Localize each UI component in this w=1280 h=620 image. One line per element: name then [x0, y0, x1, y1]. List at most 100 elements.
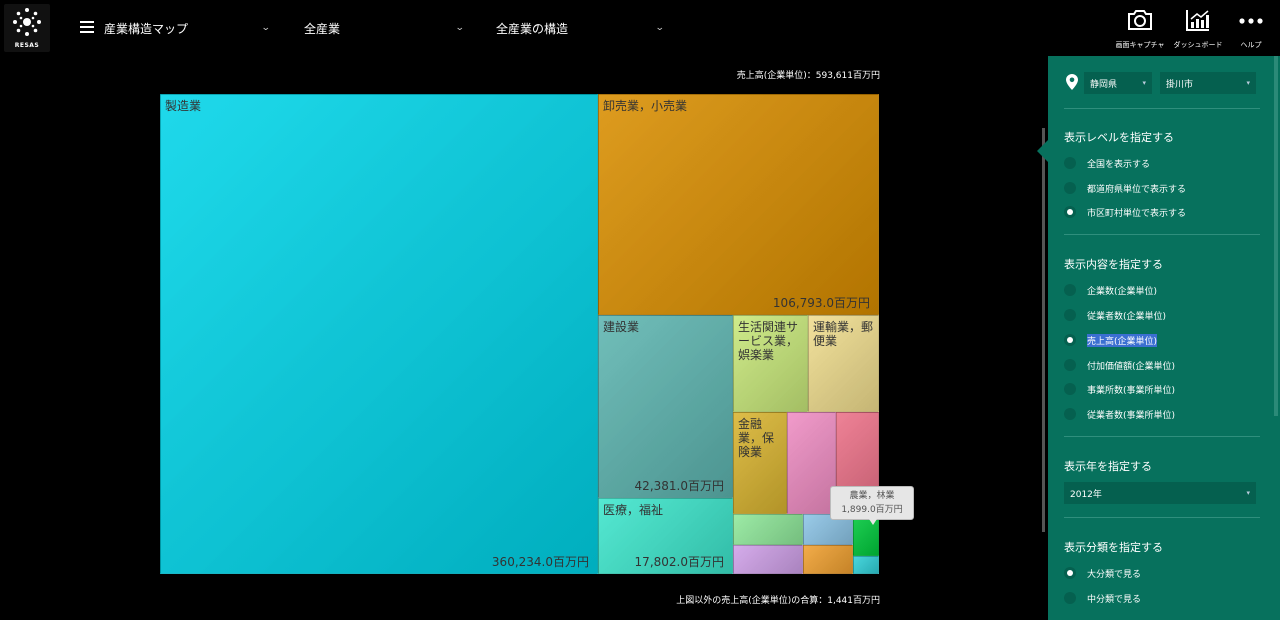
treemap-cell-transport-postal[interactable]: 運輸業，郵便業	[808, 315, 879, 412]
cell-name: 金融業，保険業	[738, 417, 775, 459]
radio-dot	[1064, 567, 1076, 579]
content-option-establishments[interactable]: 事業所数(事業所単位)	[1064, 381, 1175, 397]
treemap-cell-finance-insurance[interactable]: 金融業，保険業	[733, 412, 787, 514]
panel-toggle-tab[interactable]	[1037, 140, 1048, 162]
year-value: 2012年	[1070, 489, 1102, 500]
cell-value: 42,381.0百万円	[634, 479, 724, 493]
cell-name: 生活関連サービス業，娯楽業	[738, 320, 799, 362]
menu-icon[interactable]	[80, 21, 94, 33]
cell-name: 卸売業，小売業	[603, 99, 688, 113]
prefecture-select[interactable]: 静岡県 ▾	[1084, 72, 1152, 94]
map-type-label: 産業構造マップ	[104, 21, 189, 36]
radio-dot	[1064, 359, 1076, 371]
main-scrollbar[interactable]	[1042, 128, 1045, 532]
content-option-employees[interactable]: 従業者数(企業単位)	[1064, 307, 1166, 323]
treemap-cell-orange[interactable]	[803, 545, 853, 574]
radio-label: 付加価値額(企業単位)	[1087, 361, 1176, 372]
radio-dot	[1064, 383, 1076, 395]
logo-text: RESAS	[14, 42, 40, 49]
content-option-value-added[interactable]: 付加価値額(企業単位)	[1064, 357, 1175, 373]
tooltip-value: 1,899.0百万円	[841, 505, 903, 515]
treemap-cell-pink[interactable]	[787, 412, 836, 514]
radio-label: 従業者数(事業所単位)	[1087, 410, 1176, 421]
chevron-down-icon: ⌄	[261, 23, 272, 33]
treemap-cell-wholesale-retail[interactable]: 卸売業，小売業 106,793.0百万円	[598, 94, 879, 315]
level-option-prefecture[interactable]: 都道府県単位で表示する	[1064, 180, 1186, 196]
chevron-down-icon: ▾	[1246, 79, 1250, 87]
treemap-cell-manufacturing[interactable]: 製造業 360,234.0百万円	[160, 94, 598, 574]
divider	[1064, 234, 1260, 235]
cell-value: 360,234.0百万円	[491, 555, 589, 569]
treemap-cell-lifestyle-services[interactable]: 生活関連サービス業，娯楽業	[733, 315, 808, 412]
treemap-cell-teal[interactable]	[853, 556, 879, 574]
dashboard-label: ダッシュボード	[1173, 41, 1223, 49]
category-option-major[interactable]: 大分類で見る	[1064, 565, 1141, 581]
capture-label: 画面キャプチャ	[1115, 41, 1165, 49]
panel-scrollbar[interactable]	[1274, 56, 1278, 416]
category-option-medium[interactable]: 中分類で見る	[1064, 590, 1141, 606]
resas-logo[interactable]: RESAS	[4, 4, 50, 52]
treemap-cell-light-green[interactable]	[733, 514, 803, 545]
treemap-cell-lavender[interactable]	[733, 545, 803, 574]
chevron-down-icon: ⌄	[455, 23, 466, 33]
radio-dot	[1064, 284, 1076, 296]
year-select[interactable]: 2012年 ▾	[1064, 482, 1256, 504]
divider	[1064, 436, 1260, 437]
radio-label: 従業者数(企業単位)	[1087, 311, 1167, 322]
content-option-sales[interactable]: 売上高(企業単位)	[1064, 332, 1158, 348]
radio-label: 市区町村単位で表示する	[1087, 208, 1187, 219]
logo-icon	[13, 8, 41, 36]
radio-label: 企業数(企業単位)	[1087, 286, 1158, 297]
camera-icon	[1128, 10, 1152, 30]
dashboard-icon	[1186, 10, 1209, 31]
level-option-national[interactable]: 全国を表示する	[1064, 155, 1150, 171]
radio-label: 事業所数(事業所単位)	[1087, 385, 1176, 396]
city-select[interactable]: 掛川市 ▾	[1160, 72, 1256, 94]
radio-dot	[1064, 408, 1076, 420]
cell-value: 106,793.0百万円	[772, 296, 870, 310]
radio-label: 都道府県単位で表示する	[1087, 184, 1187, 195]
divider	[1064, 517, 1260, 518]
treemap-tooltip: 農業，林業 1,899.0百万円	[830, 486, 914, 525]
city-value: 掛川市	[1166, 79, 1194, 90]
help-button[interactable]: ヘルプ	[1230, 6, 1272, 52]
top-header: RESAS 産業構造マップ ⌄ 全産業 ⌄ 全産業の構造 ⌄ 画面キャプチャ ダ…	[0, 0, 1280, 56]
more-dots-icon	[1239, 18, 1263, 24]
display-content-title: 表示内容を指定する	[1064, 258, 1163, 271]
chevron-down-icon: ▾	[1246, 489, 1250, 497]
treemap-other-total-label: 上図以外の売上高(企業単位)の合算：1,441百万円	[676, 596, 880, 606]
content-option-companies[interactable]: 企業数(企業単位)	[1064, 282, 1157, 298]
cell-value: 17,802.0百万円	[634, 555, 724, 569]
display-level-title: 表示レベルを指定する	[1064, 131, 1174, 144]
radio-dot	[1064, 182, 1076, 194]
radio-label: 中分類で見る	[1087, 594, 1142, 605]
treemap-total-label: 売上高(企業単位)：593,611百万円	[736, 71, 880, 81]
structure-dropdown[interactable]: 全産業の構造 ⌄	[496, 18, 665, 38]
radio-dot	[1064, 334, 1076, 346]
map-type-dropdown[interactable]: 産業構造マップ ⌄	[104, 18, 272, 38]
tooltip-name: 農業，林業	[849, 491, 895, 501]
radio-dot	[1064, 206, 1076, 218]
radio-dot	[1064, 157, 1076, 169]
display-year-title: 表示年を指定する	[1064, 460, 1152, 473]
industry-label: 全産業	[304, 21, 341, 36]
cell-name: 運輸業，郵便業	[813, 320, 874, 348]
treemap-cell-construction[interactable]: 建設業 42,381.0百万円	[598, 315, 733, 498]
location-pin-icon	[1066, 74, 1078, 90]
dashboard-button[interactable]: ダッシュボード	[1168, 6, 1228, 52]
level-option-municipality[interactable]: 市区町村単位で表示する	[1064, 204, 1186, 220]
radio-label: 全国を表示する	[1087, 159, 1151, 170]
chevron-down-icon: ▾	[1142, 79, 1146, 87]
cell-name: 建設業	[603, 320, 640, 334]
radio-label: 大分類で見る	[1087, 569, 1142, 580]
settings-panel: 静岡県 ▾ 掛川市 ▾ 表示レベルを指定する 全国を表示する 都道府県単位で表示…	[1048, 56, 1280, 620]
divider	[1064, 108, 1260, 109]
screen-capture-button[interactable]: 画面キャプチャ	[1110, 6, 1170, 52]
industry-dropdown[interactable]: 全産業 ⌄	[304, 18, 466, 38]
content-option-establishment-employees[interactable]: 従業者数(事業所単位)	[1064, 406, 1175, 422]
cell-name: 医療，福祉	[603, 503, 664, 517]
help-label: ヘルプ	[1240, 41, 1262, 49]
radio-dot	[1064, 592, 1076, 604]
treemap-cell-medical-welfare[interactable]: 医療，福祉 17,802.0百万円	[598, 498, 733, 574]
radio-dot	[1064, 309, 1076, 321]
